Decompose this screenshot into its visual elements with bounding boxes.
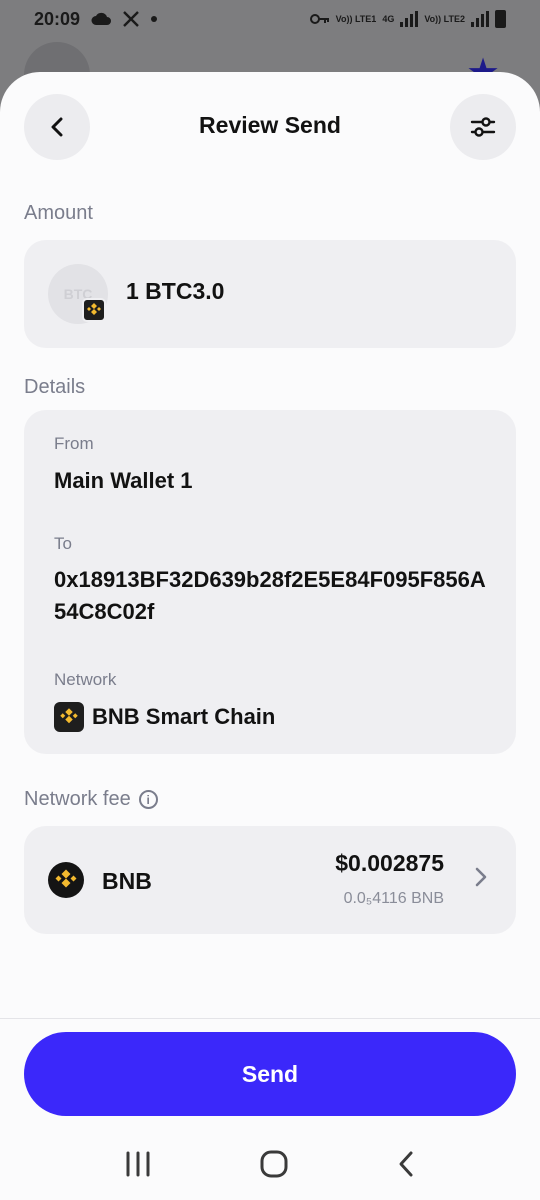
x-logo-icon xyxy=(123,11,139,27)
status-bar: 20:09 Vo)) LTE1 4G Vo)) LTE2 xyxy=(0,0,540,38)
volte-lte2-icon: Vo)) LTE2 xyxy=(424,13,465,24)
recent-apps-icon[interactable] xyxy=(124,1151,152,1177)
bnb-coin-icon xyxy=(48,862,84,898)
home-icon[interactable] xyxy=(259,1149,289,1179)
4g-icon: 4G xyxy=(382,13,395,24)
network-fee-card[interactable]: BNB $0.002875 0.0₅4116 BNB xyxy=(24,826,516,934)
sliders-icon xyxy=(470,117,496,137)
network-fee-label-row: Network fee i xyxy=(24,788,158,811)
cloud-icon xyxy=(91,12,112,25)
divider xyxy=(0,1018,540,1019)
battery-icon xyxy=(495,10,506,28)
bnb-badge-icon xyxy=(82,298,106,322)
review-send-sheet: Review Send Amount BTC 1 BTC3.0 Details … xyxy=(0,72,540,1128)
fee-coin-name: BNB xyxy=(102,868,152,894)
volte-lte1-icon: Vo)) LTE1 xyxy=(335,13,377,24)
dot-icon xyxy=(151,16,158,22)
fee-amount: 0.0₅4116 BNB xyxy=(343,890,444,907)
fee-usd: $0.002875 xyxy=(335,850,444,876)
signal-icon xyxy=(471,11,489,27)
network-label: Network xyxy=(54,670,117,689)
back-icon[interactable] xyxy=(396,1150,416,1178)
signal-icon xyxy=(400,11,419,27)
status-time: 20:09 xyxy=(34,8,81,29)
details-label: Details xyxy=(24,376,86,398)
bnb-chain-icon xyxy=(54,702,84,732)
from-value: Main Wallet 1 xyxy=(54,468,193,493)
network-fee-label: Network fee xyxy=(24,788,131,810)
to-address[interactable]: 0x18913BF32D639b28f2E5E84F095F856A54C8C0… xyxy=(54,564,494,628)
amount-label: Amount xyxy=(24,202,93,224)
sheet-header: Review Send xyxy=(0,72,540,182)
amount-value: 1 BTC3.0 xyxy=(126,278,225,304)
details-card: From Main Wallet 1 To 0x18913BF32D639b28… xyxy=(24,410,516,754)
settings-button[interactable] xyxy=(450,94,516,160)
vpn-key-icon xyxy=(309,14,329,24)
network-value: BNB Smart Chain xyxy=(92,704,276,729)
info-icon[interactable]: i xyxy=(138,790,158,809)
chevron-right-icon xyxy=(474,866,488,893)
to-label: To xyxy=(54,534,72,553)
from-label: From xyxy=(54,434,94,453)
network-row: BNB Smart Chain xyxy=(54,702,275,732)
system-nav-bar xyxy=(0,1128,540,1200)
send-button[interactable]: Send xyxy=(24,1032,516,1116)
amount-card: BTC 1 BTC3.0 xyxy=(24,240,516,348)
